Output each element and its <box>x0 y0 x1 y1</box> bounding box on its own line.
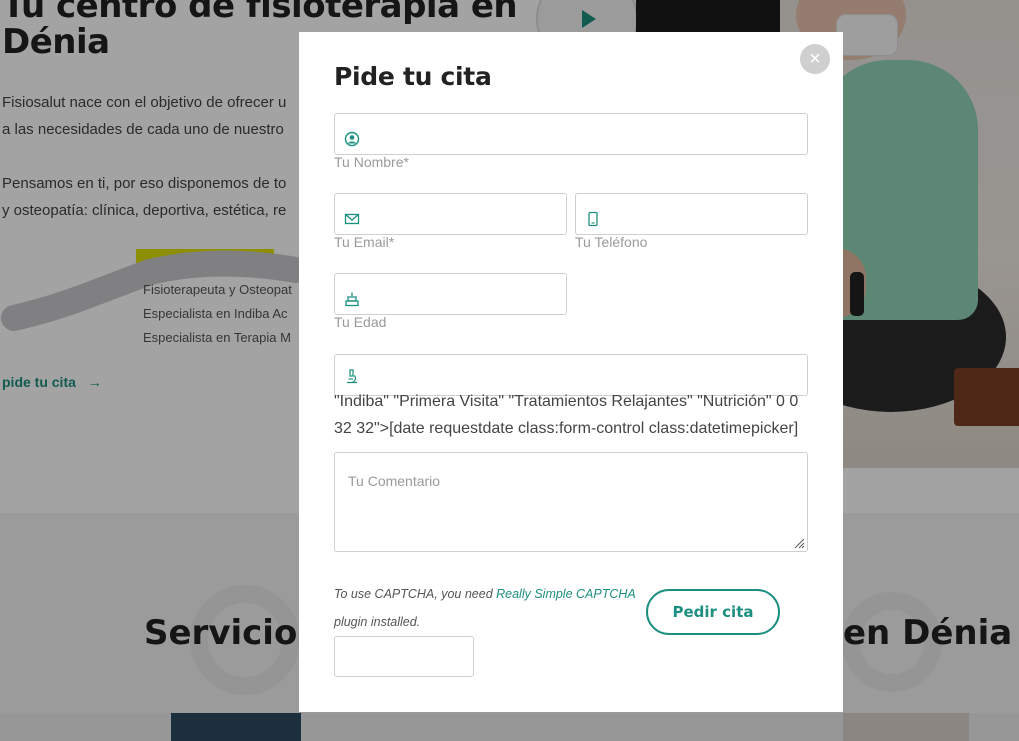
name-field[interactable] <box>334 113 808 155</box>
captcha-notice-suffix: plugin installed. <box>334 615 421 629</box>
captcha-plugin-link[interactable]: Really Simple CAPTCHA <box>496 587 636 601</box>
comment-textarea[interactable]: Tu Comentario <box>334 452 808 552</box>
appointment-modal: × Pide tu cita Tu Nombre* Tu Email* Tu T… <box>299 32 843 712</box>
email-field[interactable] <box>334 193 567 235</box>
microscope-icon <box>347 369 357 384</box>
birthday-cake-icon <box>345 292 359 307</box>
comment-placeholder: Tu Comentario <box>348 473 441 489</box>
broken-markup-text: "Indiba" "Primera Visita" "Tratamientos … <box>334 393 799 410</box>
phone-label: Tu Teléfono <box>575 234 648 250</box>
captcha-notice: To use CAPTCHA, you need Really Simple C… <box>334 587 636 601</box>
resize-grip-icon[interactable] <box>793 537 805 549</box>
phone-icon <box>588 211 598 227</box>
email-label: Tu Email* <box>334 234 395 250</box>
age-label: Tu Edad <box>334 314 387 330</box>
broken-markup-text: 32 32">[date requestdate class:form-cont… <box>334 420 799 437</box>
modal-title: Pide tu cita <box>334 62 492 91</box>
captcha-input[interactable] <box>334 636 474 677</box>
envelope-icon <box>344 213 360 225</box>
name-label: Tu Nombre* <box>334 154 409 170</box>
submit-button[interactable]: Pedir cita <box>646 589 780 635</box>
treatment-select[interactable] <box>334 354 808 396</box>
close-button[interactable]: × <box>800 44 830 74</box>
age-field[interactable] <box>334 273 567 315</box>
user-icon <box>344 131 360 147</box>
phone-field[interactable] <box>575 193 808 235</box>
